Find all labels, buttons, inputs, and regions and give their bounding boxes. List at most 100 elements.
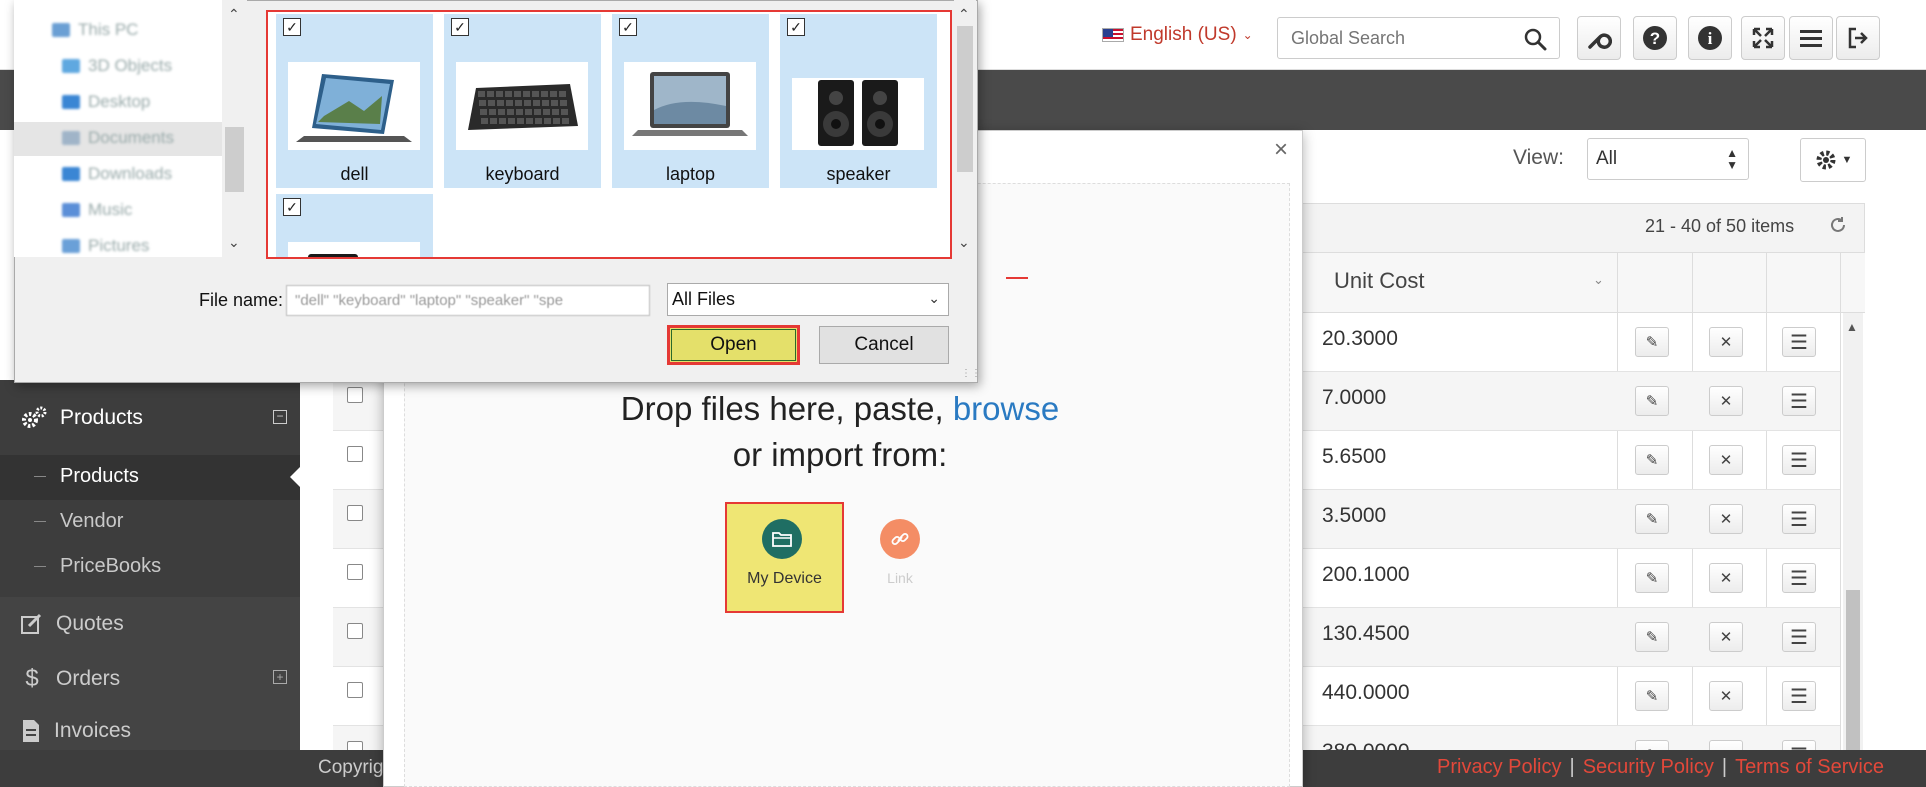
file-type-value: All Files bbox=[672, 289, 736, 309]
row-checkbox[interactable] bbox=[347, 623, 363, 639]
row-menu-button[interactable]: ☰ bbox=[1782, 327, 1816, 357]
browse-link[interactable]: browse bbox=[953, 390, 1059, 427]
row-menu-button[interactable]: ☰ bbox=[1782, 386, 1816, 416]
global-search-input[interactable] bbox=[1278, 18, 1508, 58]
view-select[interactable]: All ▲ ▼ bbox=[1587, 138, 1749, 180]
edit-button[interactable]: ✎ bbox=[1635, 327, 1669, 357]
edit-button[interactable]: ✎ bbox=[1635, 386, 1669, 416]
delete-button[interactable]: ✕ bbox=[1709, 504, 1743, 534]
sidebar-item-orders[interactable]: $ Orders bbox=[20, 665, 120, 693]
menu-button[interactable] bbox=[1789, 16, 1833, 60]
view-label: View: bbox=[1513, 146, 1564, 169]
chevron-up-icon[interactable]: ⌃ bbox=[228, 6, 240, 23]
row-menu-button[interactable]: ☰ bbox=[1782, 504, 1816, 534]
tree-item-label: This PC bbox=[78, 20, 139, 39]
file-checkbox[interactable]: ✓ bbox=[283, 198, 301, 216]
my-device-circle[interactable] bbox=[762, 519, 802, 559]
sidebar-item-invoices[interactable]: Invoices bbox=[20, 719, 131, 743]
delete-button[interactable]: ✕ bbox=[1709, 563, 1743, 593]
logout-button[interactable] bbox=[1836, 16, 1880, 60]
row-checkbox[interactable] bbox=[347, 564, 363, 580]
scroll-up-icon[interactable]: ▲ bbox=[1846, 320, 1858, 334]
file-tile[interactable]: ✓ keyboard bbox=[444, 14, 601, 188]
tree-item[interactable]: 3D Objects bbox=[62, 56, 172, 76]
row-checkbox[interactable] bbox=[347, 505, 363, 521]
file-tile[interactable]: ✓ laptop bbox=[612, 14, 769, 188]
sidebar-item-products-section[interactable]: Products bbox=[20, 405, 143, 431]
file-tile[interactable]: ✓ speaker bbox=[780, 14, 937, 188]
global-search[interactable] bbox=[1277, 17, 1560, 59]
folder-icon bbox=[62, 239, 80, 253]
language-label: English (US) bbox=[1130, 24, 1237, 45]
sidebar-item-vendor[interactable]: Vendor bbox=[60, 510, 123, 533]
language-selector[interactable]: English (US) ⌄ bbox=[1102, 24, 1253, 46]
tree-item[interactable]: Music bbox=[62, 200, 132, 220]
row-checkbox[interactable] bbox=[347, 446, 363, 462]
grid-settings-button[interactable]: ▼ bbox=[1800, 138, 1866, 182]
help-button[interactable]: ? bbox=[1633, 16, 1677, 60]
row-menu-button[interactable]: ☰ bbox=[1782, 622, 1816, 652]
row-menu-button[interactable]: ☰ bbox=[1782, 563, 1816, 593]
fullscreen-button[interactable] bbox=[1741, 16, 1785, 60]
close-icon[interactable]: × bbox=[1274, 136, 1288, 164]
file-name-label: File name: bbox=[199, 290, 284, 310]
tree-item[interactable]: Pictures bbox=[62, 236, 149, 256]
file-type-select[interactable]: All Files ⌄ bbox=[667, 283, 949, 316]
file-checkbox[interactable]: ✓ bbox=[283, 18, 301, 36]
sidebar-item-quotes[interactable]: Quotes bbox=[20, 612, 124, 636]
info-button[interactable]: i bbox=[1688, 16, 1732, 60]
delete-button[interactable]: ✕ bbox=[1709, 622, 1743, 652]
terms-of-service-link[interactable]: Terms of Service bbox=[1735, 756, 1884, 779]
collapse-icon[interactable]: − bbox=[273, 410, 287, 424]
menu-icon: ☰ bbox=[1790, 508, 1808, 531]
delete-button[interactable]: ✕ bbox=[1709, 445, 1743, 475]
chevron-down-icon[interactable]: ⌄ bbox=[958, 234, 970, 251]
tree-item[interactable]: Desktop bbox=[62, 92, 150, 112]
delete-button[interactable]: ✕ bbox=[1709, 386, 1743, 416]
unit-cost-column-header[interactable]: Unit Cost bbox=[1334, 268, 1424, 294]
sidebar-item-products[interactable]: Products bbox=[60, 465, 139, 488]
folder-icon bbox=[772, 532, 792, 547]
tree-item[interactable]: Documents bbox=[62, 128, 174, 148]
refresh-icon[interactable] bbox=[1828, 215, 1848, 235]
search-icon[interactable] bbox=[1523, 27, 1547, 51]
file-thumbnail bbox=[456, 62, 588, 150]
link-source-button[interactable] bbox=[880, 519, 920, 559]
delete-button[interactable]: ✕ bbox=[1709, 681, 1743, 711]
resize-grip-icon[interactable]: ⋮⋮ bbox=[961, 368, 981, 379]
file-checkbox[interactable]: ✓ bbox=[451, 18, 469, 36]
row-checkbox[interactable] bbox=[347, 387, 363, 403]
file-tile[interactable]: ✓ bbox=[276, 194, 433, 257]
cancel-button[interactable]: Cancel bbox=[819, 326, 949, 364]
file-tile[interactable]: ✓ dell bbox=[276, 14, 433, 188]
row-menu-button[interactable]: ☰ bbox=[1782, 681, 1816, 711]
expand-icon[interactable]: + bbox=[273, 670, 287, 684]
chevron-down-icon[interactable]: ⌄ bbox=[228, 234, 240, 251]
document-icon bbox=[23, 720, 39, 742]
sidebar-item-pricebooks[interactable]: PriceBooks bbox=[60, 555, 161, 578]
delete-button[interactable]: ✕ bbox=[1709, 327, 1743, 357]
column-menu-chevron-icon[interactable]: ⌄ bbox=[1593, 272, 1604, 288]
file-thumbnail bbox=[288, 62, 420, 150]
row-checkbox[interactable] bbox=[347, 682, 363, 698]
open-button[interactable]: Open bbox=[667, 325, 800, 365]
edit-button[interactable]: ✎ bbox=[1635, 681, 1669, 711]
edit-button[interactable]: ✎ bbox=[1635, 445, 1669, 475]
wrench-icon bbox=[1588, 33, 1612, 49]
security-policy-link[interactable]: Security Policy bbox=[1583, 756, 1714, 779]
chevron-up-icon[interactable]: ⌃ bbox=[958, 6, 970, 23]
privacy-policy-link[interactable]: Privacy Policy bbox=[1437, 756, 1561, 779]
edit-button[interactable]: ✎ bbox=[1635, 563, 1669, 593]
edit-button[interactable]: ✎ bbox=[1635, 622, 1669, 652]
folder-tree-scrollbar-thumb[interactable] bbox=[225, 127, 244, 192]
file-list-scrollbar-thumb[interactable] bbox=[957, 26, 973, 172]
tree-item[interactable]: This PC bbox=[52, 20, 138, 40]
file-checkbox[interactable]: ✓ bbox=[787, 18, 805, 36]
row-menu-button[interactable]: ☰ bbox=[1782, 445, 1816, 475]
file-name-input[interactable]: "dell" "keyboard" "laptop" "speaker" "sp… bbox=[286, 285, 650, 316]
grid-scrollbar-thumb[interactable] bbox=[1846, 590, 1860, 750]
edit-button[interactable]: ✎ bbox=[1635, 504, 1669, 534]
tools-button[interactable] bbox=[1577, 16, 1621, 60]
tree-item[interactable]: Downloads bbox=[62, 164, 172, 184]
file-checkbox[interactable]: ✓ bbox=[619, 18, 637, 36]
